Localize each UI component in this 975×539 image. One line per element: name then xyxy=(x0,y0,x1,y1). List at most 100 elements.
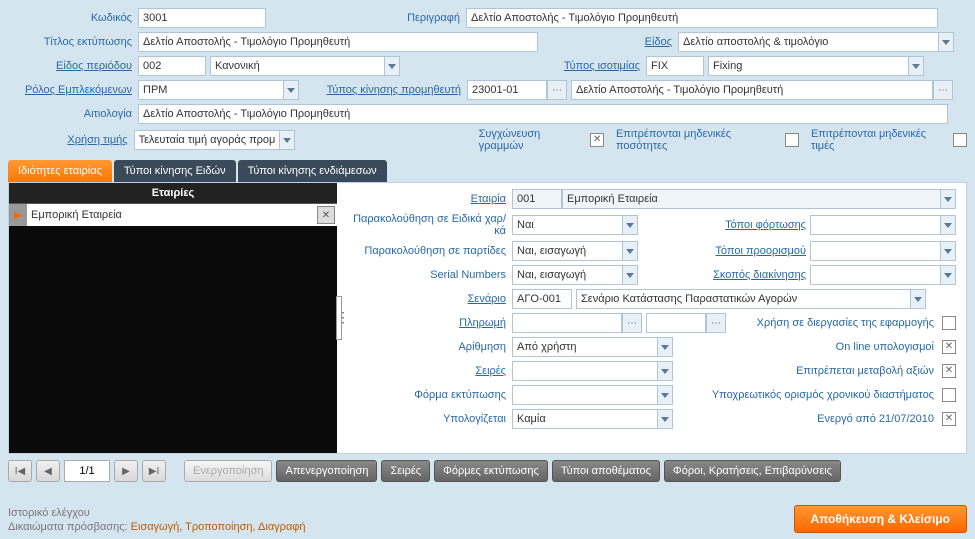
period-name-input[interactable] xyxy=(210,56,384,76)
reason-label: Αιτιολογία xyxy=(8,108,138,120)
rate-name-input[interactable] xyxy=(708,56,908,76)
print-title-label: Τίτλος εκτύπωσης xyxy=(8,36,138,48)
active-from-label: Ενεργό από 21/07/2010 xyxy=(673,413,938,425)
pager-first[interactable]: I◀ xyxy=(8,460,32,482)
type-label[interactable]: Είδος xyxy=(538,36,678,48)
role-label[interactable]: Ρόλος Εμπλεκόμενων xyxy=(8,84,138,96)
computed-dropdown[interactable] xyxy=(657,409,673,429)
print-form-input[interactable] xyxy=(512,385,657,405)
serials-dropdown[interactable] xyxy=(622,265,638,285)
special-chars-input[interactable] xyxy=(512,215,622,235)
save-close-button[interactable]: Αποθήκευση & Κλείσιμο xyxy=(794,505,968,533)
company-row[interactable]: ▶ Εμπορική Εταιρεία ✕ xyxy=(9,204,337,226)
payment-code-input[interactable] xyxy=(512,313,622,333)
tab-intermediate-move-types[interactable]: Τύποι κίνησης ενδιάμεσων xyxy=(238,160,387,182)
zero-val-checkbox[interactable] xyxy=(953,133,967,147)
reason-input[interactable] xyxy=(138,104,948,124)
company-dropdown-btn[interactable] xyxy=(940,189,956,209)
payment-code-lookup[interactable]: ⋯ xyxy=(622,313,642,333)
scenario-code-input[interactable] xyxy=(512,289,572,309)
load-places-dropdown[interactable] xyxy=(940,215,956,235)
supplier-move-code-lookup[interactable]: ⋯ xyxy=(547,80,567,100)
active-from-checkbox[interactable] xyxy=(942,412,956,426)
tab-item-move-types[interactable]: Τύποι κίνησης Ειδών xyxy=(114,160,236,182)
batches-input[interactable] xyxy=(512,241,622,261)
details-panel: Εταιρία Παρακολούθηση σε Ειδικά χαρ/κά Τ… xyxy=(337,183,966,453)
special-chars-dropdown[interactable] xyxy=(622,215,638,235)
price-use-label[interactable]: Χρήση τιμής xyxy=(8,134,134,146)
mandatory-time-checkbox[interactable] xyxy=(942,388,956,402)
numbering-dropdown[interactable] xyxy=(657,337,673,357)
period-type-label[interactable]: Είδος περιόδου xyxy=(8,60,138,72)
move-purpose-label[interactable]: Σκοπός διακίνησης xyxy=(638,269,810,281)
print-forms-button[interactable]: Φόρμες εκτύπωσης xyxy=(434,460,548,482)
splitter-handle[interactable] xyxy=(336,296,342,340)
serials-input[interactable] xyxy=(512,265,622,285)
series-button[interactable]: Σειρές xyxy=(381,460,430,482)
move-purpose-dropdown[interactable] xyxy=(940,265,956,285)
merge-lines-checkbox[interactable] xyxy=(590,133,604,147)
print-form-dropdown[interactable] xyxy=(657,385,673,405)
print-title-input[interactable] xyxy=(138,32,538,52)
series-dropdown[interactable] xyxy=(657,361,673,381)
row-indicator-icon: ▶ xyxy=(9,204,27,226)
stock-types-button[interactable]: Τύποι αποθέματος xyxy=(552,460,660,482)
payment-name-lookup[interactable]: ⋯ xyxy=(706,313,726,333)
series-label[interactable]: Σειρές xyxy=(347,365,512,377)
role-dropdown-btn[interactable] xyxy=(283,80,299,100)
price-use-input[interactable] xyxy=(134,130,279,150)
value-change-checkbox[interactable] xyxy=(942,364,956,378)
dest-places-label[interactable]: Τόποι προορισμού xyxy=(638,245,810,257)
price-use-dropdown-btn[interactable] xyxy=(279,130,295,150)
load-places-input[interactable] xyxy=(810,215,940,235)
supplier-move-name-lookup[interactable]: ⋯ xyxy=(933,80,953,100)
app-use-checkbox[interactable] xyxy=(942,316,956,330)
print-form-label: Φόρμα εκτύπωσης xyxy=(347,389,512,401)
dest-places-dropdown[interactable] xyxy=(940,241,956,261)
value-change-label: Επιτρέπεται μεταβολή αξιών xyxy=(673,365,938,377)
numbering-label: Αρίθμηση xyxy=(347,341,512,353)
pager-prev[interactable]: ◀ xyxy=(36,460,60,482)
dest-places-input[interactable] xyxy=(810,241,940,261)
supplier-move-label[interactable]: Τύπος κίνησης προμηθευτή xyxy=(299,84,467,96)
tab-company-properties[interactable]: Ιδιότητες εταιρίας xyxy=(8,160,112,182)
activate-button[interactable]: Ενεργοποίηση xyxy=(184,460,272,482)
supplier-move-name[interactable] xyxy=(571,80,933,100)
move-purpose-input[interactable] xyxy=(810,265,940,285)
companies-header: Εταιρίες xyxy=(9,183,337,204)
zero-qty-checkbox[interactable] xyxy=(785,133,799,147)
mandatory-time-label: Υποχρεωτικός ορισμός χρονικού διαστήματο… xyxy=(673,389,938,401)
period-dropdown-btn[interactable] xyxy=(384,56,400,76)
period-code-input[interactable] xyxy=(138,56,206,76)
desc-input[interactable] xyxy=(466,8,938,28)
type-input[interactable] xyxy=(678,32,938,52)
load-places-label[interactable]: Τόποι φόρτωσης xyxy=(638,219,810,231)
rate-code-input[interactable] xyxy=(646,56,704,76)
companies-panel: Εταιρίες ▶ Εμπορική Εταιρεία ✕ xyxy=(9,183,337,453)
deactivate-button[interactable]: Απενεργοποίηση xyxy=(276,460,377,482)
code-input[interactable] xyxy=(138,8,266,28)
scenario-name-input[interactable] xyxy=(576,289,910,309)
type-dropdown-btn[interactable] xyxy=(938,32,954,52)
rate-type-label[interactable]: Τύπος ισοτιμίας xyxy=(400,60,646,72)
numbering-input[interactable] xyxy=(512,337,657,357)
series-input[interactable] xyxy=(512,361,657,381)
batches-dropdown[interactable] xyxy=(622,241,638,261)
supplier-move-code[interactable] xyxy=(467,80,547,100)
rate-dropdown-btn[interactable] xyxy=(908,56,924,76)
computed-input[interactable] xyxy=(512,409,657,429)
company-label[interactable]: Εταιρία xyxy=(347,193,512,205)
pager-last[interactable]: ▶I xyxy=(142,460,166,482)
taxes-button[interactable]: Φόροι, Κρατήσεις, Επιβαρύνσεις xyxy=(664,460,841,482)
pager-input[interactable] xyxy=(64,460,110,482)
scenario-label[interactable]: Σενάριο xyxy=(347,293,512,305)
online-calc-checkbox[interactable] xyxy=(942,340,956,354)
payment-label[interactable]: Πληρωμή xyxy=(347,317,512,329)
payment-name-input[interactable] xyxy=(646,313,706,333)
desc-label: Περιγραφή xyxy=(266,12,466,24)
scenario-dropdown[interactable] xyxy=(910,289,926,309)
role-input[interactable] xyxy=(138,80,283,100)
pager-next[interactable]: ▶ xyxy=(114,460,138,482)
company-row-close[interactable]: ✕ xyxy=(317,206,335,224)
computed-label: Υπολογίζεται xyxy=(347,413,512,425)
